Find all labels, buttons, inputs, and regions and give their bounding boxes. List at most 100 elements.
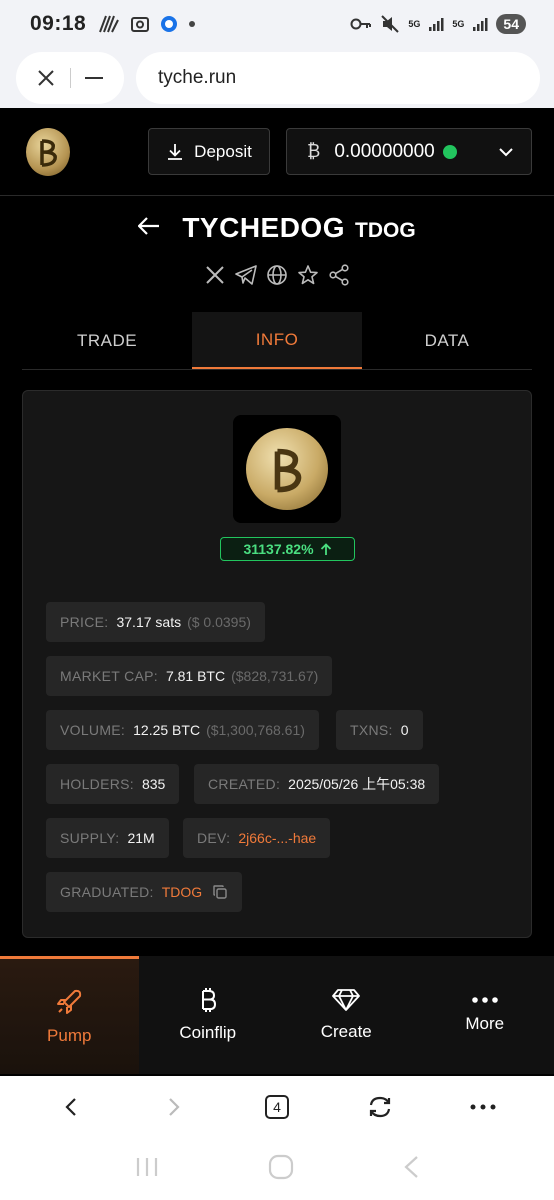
browser-window-controls bbox=[16, 52, 124, 104]
stat-label: MARKET CAP: bbox=[60, 668, 158, 684]
minimize-icon bbox=[85, 77, 104, 79]
website-globe-icon[interactable] bbox=[266, 264, 288, 286]
stat-usd: ($ 0.0395) bbox=[187, 614, 251, 630]
token-tabs: TRADE INFO DATA bbox=[22, 312, 532, 370]
battery-level: 54 bbox=[496, 14, 526, 34]
stat-label: GRADUATED: bbox=[60, 884, 154, 900]
chevron-left-icon bbox=[65, 1098, 77, 1116]
stat-usd: ($1,300,768.61) bbox=[206, 722, 305, 738]
token-title-row: TYCHEDOG TDOG bbox=[0, 212, 554, 244]
stat-value: 835 bbox=[141, 776, 166, 792]
telegram-icon[interactable] bbox=[235, 264, 257, 286]
more-dots-icon bbox=[471, 997, 498, 1003]
key-icon bbox=[350, 17, 372, 31]
browser-notification-icon bbox=[160, 15, 178, 33]
browser-forward-button[interactable] bbox=[150, 1083, 198, 1131]
home-button[interactable] bbox=[268, 1154, 294, 1185]
stat-value: 21M bbox=[127, 830, 155, 846]
stat-label: DEV: bbox=[197, 830, 231, 846]
token-name: TYCHEDOG bbox=[182, 212, 345, 243]
download-icon bbox=[168, 143, 183, 160]
site-logo[interactable] bbox=[26, 127, 70, 176]
stat-market-cap: MARKET CAP: 7.81 BTC ($828,731.67) bbox=[46, 656, 333, 696]
stat-usd: ($828,731.67) bbox=[231, 668, 319, 684]
close-icon bbox=[38, 70, 54, 86]
stat-value: 2025/05/26 上午05:38 bbox=[288, 776, 426, 792]
stat-volume: VOLUME: 12.25 BTC ($1,300,768.61) bbox=[46, 710, 319, 750]
token-image bbox=[233, 415, 341, 523]
arrow-up-icon bbox=[320, 542, 331, 555]
graduated-token-link[interactable]: TDOG bbox=[162, 884, 202, 900]
dev-address-link[interactable]: 2j66c-...-hae bbox=[238, 830, 316, 846]
stat-label: PRICE: bbox=[60, 614, 109, 630]
system-back-button[interactable] bbox=[403, 1155, 419, 1184]
connection-status-dot bbox=[442, 144, 457, 159]
coin-logo-icon bbox=[40, 138, 57, 167]
deposit-label: Deposit bbox=[194, 141, 252, 161]
status-bar: 09:18 5G 5G 54 bbox=[0, 0, 554, 48]
stat-graduated: GRADUATED: TDOG bbox=[46, 872, 243, 912]
favorite-star-icon[interactable] bbox=[297, 264, 319, 286]
nav-label: Coinflip bbox=[179, 1023, 237, 1042]
deposit-button[interactable]: Deposit bbox=[148, 128, 270, 175]
tab-data[interactable]: DATA bbox=[362, 312, 532, 369]
chevron-down-icon bbox=[499, 141, 513, 163]
stat-dev: DEV: 2j66c-...-hae bbox=[183, 818, 331, 858]
nav-label: Pump bbox=[47, 1025, 92, 1045]
browser-menu-button[interactable] bbox=[459, 1083, 507, 1131]
tab-trade[interactable]: TRADE bbox=[22, 312, 192, 369]
bitcoin-icon bbox=[201, 988, 216, 1012]
token-ticker: TDOG bbox=[355, 219, 416, 242]
recent-apps-button[interactable] bbox=[135, 1156, 159, 1183]
social-links bbox=[0, 264, 554, 286]
tab-info[interactable]: INFO bbox=[192, 312, 362, 369]
stat-label: HOLDERS: bbox=[60, 776, 134, 792]
browser-back-button[interactable] bbox=[47, 1083, 95, 1131]
nav-pump[interactable]: Pump bbox=[0, 956, 139, 1074]
price-change-value: 31137.82% bbox=[243, 541, 314, 557]
chevron-right-icon bbox=[169, 1098, 180, 1116]
token-coin-icon bbox=[246, 428, 328, 510]
home-icon bbox=[268, 1154, 294, 1179]
recent-apps-icon bbox=[136, 1157, 157, 1176]
price-change-badge: 31137.82% bbox=[220, 537, 355, 561]
stat-txns: TXNS: 0 bbox=[336, 710, 423, 750]
stat-label: TXNS: bbox=[350, 722, 393, 738]
signal-icon-2 bbox=[472, 16, 488, 32]
share-icon[interactable] bbox=[328, 264, 350, 286]
bitcoin-symbol: ₿ bbox=[307, 141, 321, 161]
network-type-1: 5G bbox=[408, 18, 421, 29]
back-button[interactable] bbox=[137, 216, 160, 240]
stat-label: VOLUME: bbox=[60, 722, 126, 738]
nav-coinflip[interactable]: Coinflip bbox=[139, 956, 278, 1074]
url-field[interactable]: tyche.run bbox=[136, 52, 540, 104]
stat-created: CREATED: 2025/05/26 上午05:38 bbox=[194, 764, 440, 804]
wallet-balance-button[interactable]: ₿ 0.00000000 bbox=[286, 128, 532, 175]
status-time: 09:18 bbox=[30, 12, 87, 35]
signal-icon bbox=[428, 16, 444, 32]
mute-icon bbox=[380, 14, 400, 34]
wallet-balance: 0.00000000 bbox=[334, 140, 435, 162]
nav-more[interactable]: More bbox=[416, 956, 554, 1074]
stat-value: 12.25 BTC bbox=[133, 722, 201, 738]
stat-holders: HOLDERS: 835 bbox=[46, 764, 180, 804]
token-info-card: 31137.82% PRICE: 37.17 sats ($ 0.0395) M… bbox=[22, 390, 532, 938]
x-twitter-icon[interactable] bbox=[204, 264, 226, 286]
rocket-icon bbox=[57, 989, 82, 1014]
browser-tabs-button[interactable]: 4 bbox=[253, 1083, 301, 1131]
stat-value: 7.81 BTC bbox=[165, 668, 226, 684]
minimize-button[interactable] bbox=[70, 54, 118, 102]
nav-create[interactable]: Create bbox=[277, 956, 416, 1074]
camera-notification-icon bbox=[130, 14, 150, 34]
diamond-icon bbox=[332, 989, 361, 1011]
app-header: Deposit ₿ 0.00000000 bbox=[0, 108, 554, 196]
close-tab-button[interactable] bbox=[22, 54, 70, 102]
browser-toolbar: 4 bbox=[0, 1076, 554, 1138]
stat-supply: SUPPLY: 21M bbox=[46, 818, 169, 858]
app-notification-icon bbox=[98, 14, 120, 34]
system-navigation-bar bbox=[0, 1138, 554, 1200]
browser-reload-button[interactable] bbox=[356, 1083, 404, 1131]
arrow-left-icon bbox=[137, 216, 160, 235]
network-type-2: 5G bbox=[452, 19, 465, 29]
copy-icon[interactable] bbox=[212, 884, 228, 900]
